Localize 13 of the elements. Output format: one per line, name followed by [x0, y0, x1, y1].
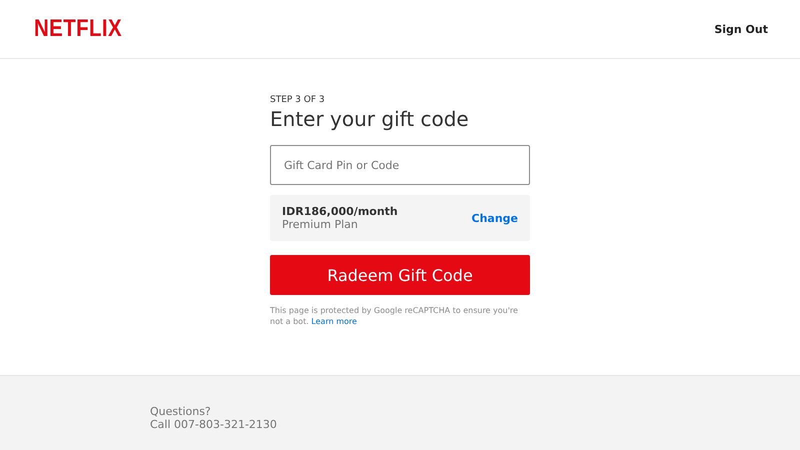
- netflix-logo[interactable]: NETFLIX: [34, 15, 122, 43]
- step-label: STEP 3 OF 3: [270, 95, 326, 105]
- plan-name: Premium Plan: [282, 218, 359, 231]
- questions-text: Questions?: [150, 405, 212, 418]
- change-link[interactable]: Change: [472, 212, 518, 224]
- page-title: Enter your gift code: [270, 107, 470, 131]
- plan-price: IDR186,000/month: [282, 205, 398, 218]
- gift-code-field[interactable]: Gift Card Pin or Code: [270, 145, 530, 185]
- recaptcha-notice: This page is protected by Google reCAPTCHA to ensure you're not a bot. Learn more: [270, 305, 519, 327]
- phone-text: Call 007-803-321-2130: [150, 418, 278, 431]
- learn-more-link[interactable]: Learn more: [311, 317, 357, 326]
- sign-out-link[interactable]: Sign Out: [714, 22, 768, 36]
- redeem-button[interactable]: Radeem Gift Code: [270, 255, 530, 295]
